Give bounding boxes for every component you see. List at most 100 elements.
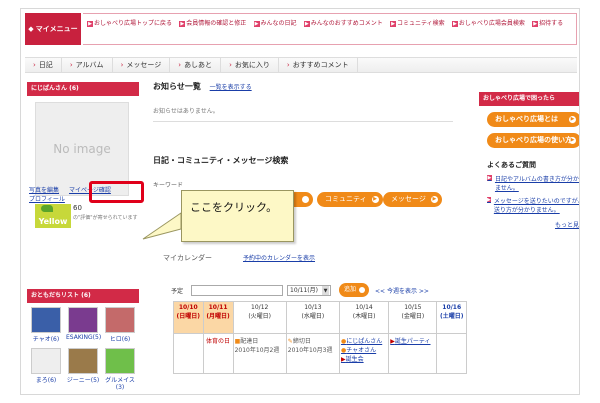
header-link-top[interactable]: ▶ おしゃべり広場トップに戻る [87,17,172,31]
arrow-icon: ▶ [390,21,396,27]
home-icon: ◆ [28,25,34,33]
calendar-cell [173,333,204,374]
event-delivery: ■配達日 [234,338,259,345]
more-link[interactable]: もっと見る [479,220,579,229]
calendar-header: 10/14 (木曜日) [338,301,390,334]
arrow-icon: ▶ [487,197,491,203]
edit-photo-link[interactable]: 写真を編集 [29,185,59,194]
arrow-circle-icon: ▶ [430,196,438,203]
notice-show-all-link[interactable]: 一覧を表示する [210,84,252,91]
week-nav[interactable]: << 今週を表示 >> [375,286,429,295]
highlight-mypage-confirm [89,181,144,203]
faq-link[interactable]: ▶ メッセージを送りたいのですが、送り方が分かりません。 [487,196,579,214]
friends-title: おともだちリスト (6) [27,289,139,303]
calendar-table: 10/10 (日曜日) 10/11 (月曜日) 10/12 (火曜日) 10/13 (水… [173,301,467,374]
search-community-button[interactable]: コミュニティ ▶ [317,192,383,207]
event-party-link[interactable]: ▶誕生パーティ [390,336,435,345]
arrow-circle-icon [302,196,309,203]
event-birthday-link[interactable]: ●チャオさん [341,345,387,354]
header: ◆ マイメニュー ▶ おしゃべり広場トップに戻る ▶ 会員情報の確認と修正 ▶ みんな… [21,9,579,45]
arrow-circle-icon: ▶ [371,196,379,203]
profile-username: にじぱんさん (6) [27,82,139,96]
calendar-header: 10/10 (日曜日) [173,301,204,334]
profile-link[interactable]: プロフィール [29,194,65,203]
calendar-hint-link[interactable]: 予約中のカレンダーを表示 [243,253,315,262]
calendar-header: 10/13 (水曜日) [285,301,340,334]
chevron-right-icon: › [120,60,124,69]
friends-list: チャオ(6) ESAKING(5) ヒロ(6) まろ(6) ジーニー(5) グル… [29,307,137,391]
yotei-input[interactable] [191,285,283,296]
main-nav: › 日記 › アルバム › メッセージ › あしあと › お気に入り › おすすめコメント [25,57,577,73]
header-link-member-info[interactable]: ▶ 会員情報の確認と修正 [179,17,246,31]
date-select[interactable]: 10/11(月) ▼ [287,285,331,296]
calendar-title: マイカレンダー [163,254,212,262]
arrow-icon: ▶ [179,21,186,27]
chevron-right-icon: › [178,60,182,69]
profile-stats: Yellow 60 の"評価"が寄せられています [27,202,139,236]
nav-item-diary[interactable]: › 日記 [25,58,62,72]
event-party-link[interactable]: ▶誕生会 [341,354,387,363]
help-sidebar: おしゃべり広場で困ったら おしゃべり広場とは ▶ おしゃべり広場の使い方 ▶ よくあ… [479,92,579,229]
rating-count: 60 [73,204,82,212]
calendar-header: 10/16 (土曜日) [436,301,467,334]
mymenu-tab[interactable]: ◆ マイメニュー [25,13,81,45]
friend-item[interactable]: ESAKING(5) [66,307,101,343]
faq-link[interactable]: ▶ 日記やアルバムの書き方が分かりません。 [487,174,579,192]
calendar-cell: ✎締切日 2010年10月3週 [285,333,340,374]
leaf-icon [41,205,53,212]
search-message-button[interactable]: メッセージ ▶ [383,192,442,207]
calendar-header: 10/11 (月曜日) [202,301,234,334]
main-content: お知らせ一覧 一覧を表示する お知らせはありません。 [153,81,453,122]
header-link-community-search[interactable]: ▶ コミュニティ検索 [390,17,445,31]
notice-section: お知らせ一覧 一覧を表示する [153,81,453,92]
calendar-cell: 体育の日 [202,333,234,374]
header-link-comments[interactable]: ▶ みんなのおすすめコメント [303,17,383,31]
friend-item[interactable]: グルメイス(3) [103,348,137,391]
avatar [68,348,98,374]
nav-item-favorites[interactable]: › お気に入り [221,58,279,72]
help-title: おしゃべり広場で困ったら [479,92,579,106]
calendar-cell [436,333,467,374]
profile-panel: にじぱんさん (6) No image Yellow 60 の"評価"が寄せられ… [27,82,139,236]
friend-item[interactable]: ヒロ(6) [103,307,137,343]
arrow-circle-icon: ▶ [569,116,576,123]
rating-note: の"評価"が寄せられています [73,215,138,221]
arrow-circle-icon [359,287,365,293]
avatar [105,348,135,374]
friend-item[interactable]: チャオ(6) [29,307,63,343]
notice-title: お知らせ一覧 [153,82,201,91]
calendar-header: 10/12 (火曜日) [232,301,287,334]
faq-title: よくあるご質問 [487,161,536,169]
nav-item-footprints[interactable]: › あしあと [170,58,222,72]
arrow-icon: ▶ [451,21,458,27]
about-button[interactable]: おしゃべり広場とは ▶ [487,112,579,127]
arrow-icon: ▶ [87,21,93,27]
keyword-label: キーワード [153,182,184,189]
calendar-cell: ●にじぱんさん ●チャオさん ▶誕生会 [338,333,390,374]
nav-item-message[interactable]: › メッセージ [113,58,171,72]
header-link-diary[interactable]: ▶ みんなの日記 [253,17,297,31]
header-link-invite[interactable]: ▶ 招待する [532,17,563,31]
header-link-member-search[interactable]: ▶ おしゃべり広場会員検索 [451,17,525,31]
calendar-cell: ▶誕生パーティ [388,333,438,374]
friend-item[interactable]: まろ(6) [29,348,63,391]
avatar [68,307,98,333]
header-links: ▶ おしゃべり広場トップに戻る ▶ 会員情報の確認と修正 ▶ みんなの日記 ▶ みんなの… [83,13,577,45]
mymenu-label: マイメニュー [35,25,78,33]
howto-button[interactable]: おしゃべり広場の使い方 ▶ [487,133,579,148]
browser-page: ◆ マイメニュー ▶ おしゃべり広場トップに戻る ▶ 会員情報の確認と修正 ▶ みんな… [20,8,580,395]
event-birthday-link[interactable]: ●にじぱんさん [341,336,387,345]
arrow-icon: ▶ [532,21,539,27]
callout-tail [142,212,182,240]
event-deadline: ✎締切日 [287,338,311,345]
arrow-icon: ▶ [253,21,260,27]
nav-item-recommend[interactable]: › おすすめコメント [279,58,358,72]
avatar [105,307,135,333]
arrow-icon: ▶ [487,175,492,181]
add-button[interactable]: 追加 [339,283,369,297]
search-title: 日記・コミュニティ・メッセージ検索 [153,156,289,165]
friend-item[interactable]: ジーニー(5) [66,348,100,391]
nav-item-album[interactable]: › アルバム [62,58,113,72]
calendar-cell: ■配達日 2010年10月2週 [232,333,287,374]
avatar [31,307,61,333]
